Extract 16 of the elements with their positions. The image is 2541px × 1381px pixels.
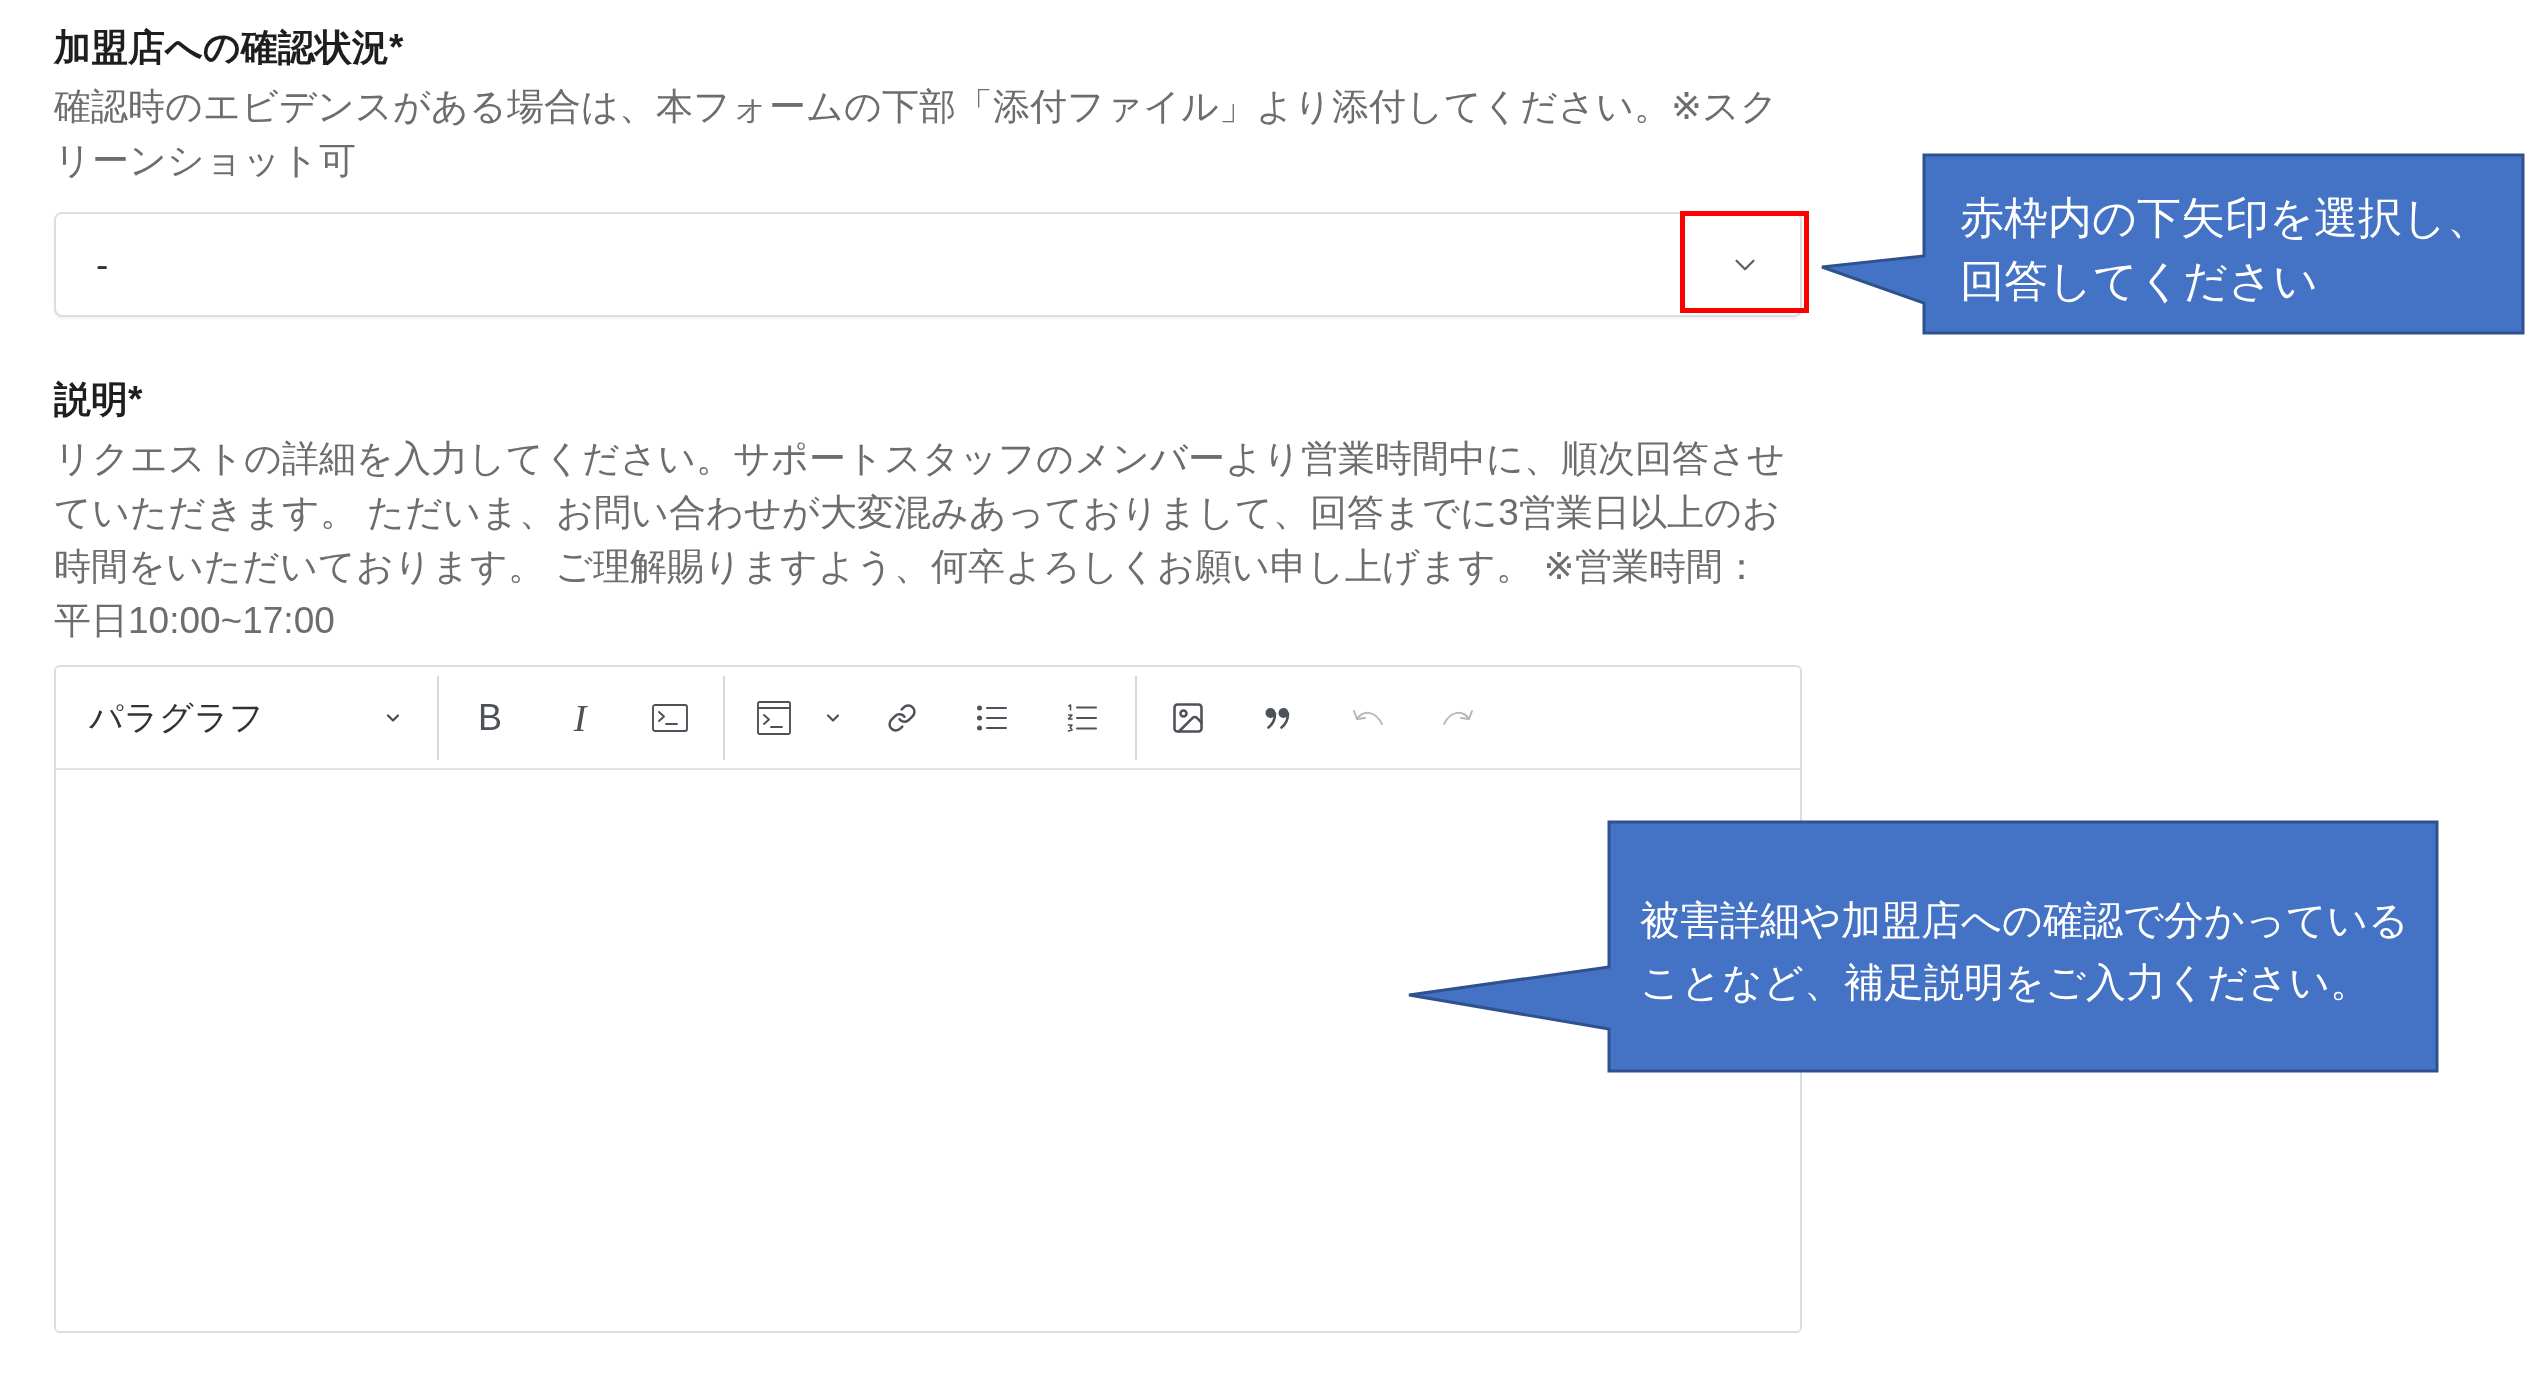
bold-button[interactable]: B bbox=[450, 677, 530, 758]
italic-button[interactable]: I bbox=[540, 677, 620, 758]
numbered-list-icon bbox=[1067, 703, 1097, 732]
terminal-icon bbox=[652, 703, 688, 732]
link-icon bbox=[887, 702, 917, 733]
terminal-window-icon bbox=[757, 700, 791, 735]
select-field[interactable]: - bbox=[54, 212, 1802, 317]
field-description: リクエストの詳細を入力してください。サポートスタッフのメンバーより営業時間中に、順次回答させていただきます。 ただいま、お問い合わせが大変混みあっておりまして、回答までに3営業日以上のお時間をいただいております。 ご理解賜りますよう、何卒よろしくお願い申し上げます。 ※営業時間：平日10:00~17:00 bbox=[54, 437, 1786, 643]
field-label: 説明* bbox=[54, 378, 144, 422]
callout-text: 赤枠内の下矢印を選択し、回答してください bbox=[1960, 192, 2492, 307]
field-label: 加盟店への確認状況* bbox=[54, 26, 405, 70]
paragraph-dropdown[interactable]: パラグラフ bbox=[66, 677, 424, 758]
bullet-list-icon bbox=[977, 704, 1007, 731]
callout-text: 被害詳細や加盟店への確認で分かっていることなど、補足説明をご入力ください。 bbox=[1640, 897, 2410, 1006]
quote-icon bbox=[1265, 706, 1291, 729]
field-description: 確認時のエビデンスがある場合は、本フォームの下部「添付ファイル」より添付してください。※スクリーンショット可 bbox=[54, 85, 1779, 183]
